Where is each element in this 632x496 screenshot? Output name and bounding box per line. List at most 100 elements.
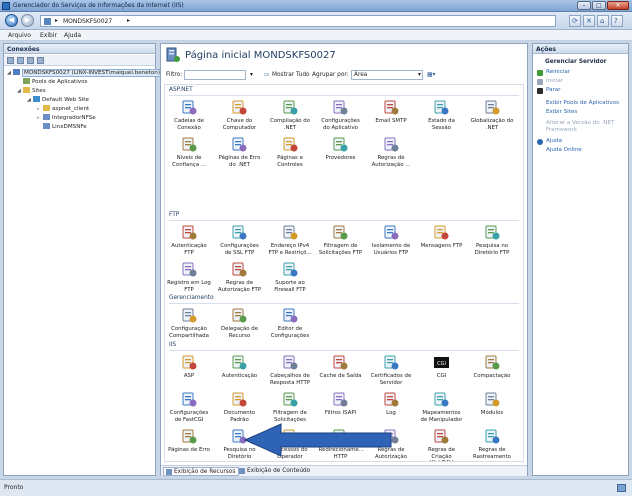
minimize-button[interactable]: –: [577, 1, 591, 10]
tab-features-view[interactable]: Exibição de Recursos: [163, 467, 240, 476]
tree-node-label: IntegradorNFSe: [52, 115, 96, 121]
feature-item[interactable]: Configurações de FastCGI: [167, 391, 211, 423]
feature-item[interactable]: Configuração Compartilhada: [167, 307, 211, 339]
tree-node[interactable]: ◢ Default Web Site: [27, 96, 89, 105]
section-title[interactable]: IIS: [169, 342, 176, 348]
feature-item[interactable]: Cadeias de Conexão: [167, 99, 211, 131]
feature-item[interactable]: Páginas e Controles: [268, 136, 312, 168]
address-path[interactable]: MONDSKFS0027: [63, 18, 112, 25]
stop-tool[interactable]: ✕: [583, 15, 595, 27]
feature-label: Filtragem de Solicitações: [273, 410, 307, 423]
feature-item[interactable]: Regras de Criação WebDAV: [420, 428, 464, 461]
menu-bar: Arquivo Exibir Ajuda: [0, 30, 632, 41]
feature-item[interactable]: CGI CGI: [420, 354, 464, 380]
section-divider: [169, 220, 519, 221]
feature-item[interactable]: Endereço IPv4 FTP e Restriçõ...: [268, 224, 312, 256]
home-tool[interactable]: ⌂: [597, 15, 609, 27]
feature-item[interactable]: Registro em Log FTP: [167, 261, 211, 293]
feature-item[interactable]: Cache de Saída: [319, 354, 363, 380]
feature-item[interactable]: Compactação: [470, 354, 514, 380]
forward-button[interactable]: ▶: [21, 14, 34, 27]
feature-item[interactable]: Documento Padrão: [218, 391, 262, 423]
close-button[interactable]: ✕: [607, 1, 629, 10]
globe-icon: [33, 96, 40, 102]
feature-item[interactable]: Regras de Autorização FTP: [218, 261, 262, 293]
feature-label: Módulos: [480, 410, 504, 416]
action-link[interactable]: Ajuda: [546, 138, 562, 144]
feature-item[interactable]: Regras de Autorização ...: [369, 136, 413, 168]
show-all-button[interactable]: Mostrar Tudo: [272, 72, 310, 78]
feature-item[interactable]: Módulos: [470, 391, 514, 417]
feature-item[interactable]: Chave do Computador: [218, 99, 262, 131]
actions-subtitle: Gerenciar Servidor: [545, 59, 607, 65]
feature-item[interactable]: Email SMTP: [369, 99, 413, 125]
back-button[interactable]: ◀: [5, 14, 18, 27]
menu-exibir[interactable]: Exibir: [40, 32, 57, 39]
trust-levels-icon: [182, 137, 196, 152]
action-link[interactable]: Ajuda Online: [546, 147, 582, 153]
actions-panel: Ações Gerenciar Servidor Reiniciar Inicia…: [532, 43, 629, 476]
connect-icon[interactable]: [7, 57, 14, 64]
action-link[interactable]: Parar: [546, 87, 561, 93]
delete-icon[interactable]: [37, 57, 44, 64]
menu-arquivo[interactable]: Arquivo: [8, 32, 31, 39]
tree-node[interactable]: Pools de Aplicativos: [17, 78, 87, 87]
maximize-button[interactable]: □: [592, 1, 606, 10]
save-icon[interactable]: [17, 57, 24, 64]
action-link[interactable]: Exibir Sites: [546, 109, 577, 115]
feature-item[interactable]: Configurações de SSL FTP: [218, 224, 262, 256]
tree-node[interactable]: ◢ MONDSKFS0027 (LINX-INVEST\maiquel.benet…: [7, 69, 162, 78]
feature-item[interactable]: Páginas de Erro do .NET: [218, 136, 262, 168]
feature-item[interactable]: Mapeamentos de Manipulador: [420, 391, 464, 423]
feature-item[interactable]: Isolamento de Usuários FTP: [369, 224, 413, 256]
feature-item[interactable]: Configurações do Aplicativo: [319, 99, 363, 131]
help-icon: [537, 139, 543, 145]
action-link[interactable]: Reiniciar: [546, 69, 570, 75]
tree-node[interactable]: LinxDMSNFe: [37, 123, 87, 132]
tree-node[interactable]: ◢ Sites: [17, 87, 46, 96]
address-bar[interactable]: ▸ MONDSKFS0027 ▸: [40, 15, 556, 27]
action-link[interactable]: Exibir Pools de Aplicativos: [546, 100, 619, 106]
tree-node[interactable]: ▹ IntegradorNFSe: [37, 114, 96, 123]
feature-item[interactable]: Suporte ao Firewall FTP: [268, 261, 312, 293]
group-by-select[interactable]: Área: [351, 70, 423, 80]
feature-item[interactable]: Filtragem de Solicitações: [268, 391, 312, 423]
feature-item[interactable]: Autenticação: [218, 354, 262, 380]
feature-item[interactable]: Autenticação FTP: [167, 224, 211, 256]
feature-item[interactable]: ASP: [167, 354, 211, 380]
feature-item[interactable]: Páginas de Erro: [167, 428, 211, 454]
filter-label: Filtro:: [166, 72, 183, 78]
feature-item[interactable]: Pesquisa no Diretório FTP: [470, 224, 514, 256]
refresh-tool[interactable]: ⟳: [569, 15, 581, 27]
feature-item[interactable]: Filtros ISAPI: [319, 391, 363, 417]
machine-key-icon: [232, 100, 247, 115]
tree-node[interactable]: ▹ aspnet_client: [37, 105, 89, 114]
feature-item[interactable]: Globalização do .NET: [470, 99, 514, 131]
feature-item[interactable]: Editor de Configurações: [268, 307, 312, 339]
section-title[interactable]: ASP.NET: [169, 87, 193, 93]
feature-item[interactable]: Regras de Rastreamento ...: [470, 428, 514, 461]
feature-item[interactable]: Cabeçalhos de Resposta HTTP: [268, 354, 312, 386]
help-tool[interactable]: ?: [611, 15, 623, 27]
feature-item[interactable]: Compilação do .NET: [268, 99, 312, 131]
feature-item[interactable]: Delegação de Recurso: [218, 307, 262, 339]
filter-input[interactable]: [184, 70, 246, 80]
tab-content-view[interactable]: Exibição de Conteúdo: [237, 467, 310, 476]
feature-item[interactable]: Provedores: [319, 136, 363, 162]
feature-item[interactable]: Níveis de Confiança ...: [167, 136, 211, 168]
action-link[interactable]: Iniciar: [546, 78, 563, 84]
address-arrow-2[interactable]: ▸: [127, 17, 130, 24]
feature-item[interactable]: Certificados de Servidor: [369, 354, 413, 386]
feature-item[interactable]: Log: [369, 391, 413, 417]
section-title[interactable]: Gerenciamento: [169, 295, 214, 301]
go-button[interactable]: ▾: [250, 72, 253, 78]
group-by-dropdown-icon[interactable]: ▾: [418, 72, 421, 78]
section-title[interactable]: FTP: [169, 212, 179, 218]
action-link[interactable]: Alterar a Versão do .NET Framework: [546, 120, 624, 134]
refresh-tree-icon[interactable]: [27, 57, 34, 64]
feature-item[interactable]: Estado da Sessão: [420, 99, 464, 131]
feature-item[interactable]: Filtragem de Solicitações FTP: [319, 224, 363, 256]
view-mode-icon[interactable]: ▦▾: [427, 72, 435, 78]
menu-ajuda[interactable]: Ajuda: [64, 32, 81, 39]
feature-item[interactable]: Mensagens FTP: [420, 224, 464, 250]
